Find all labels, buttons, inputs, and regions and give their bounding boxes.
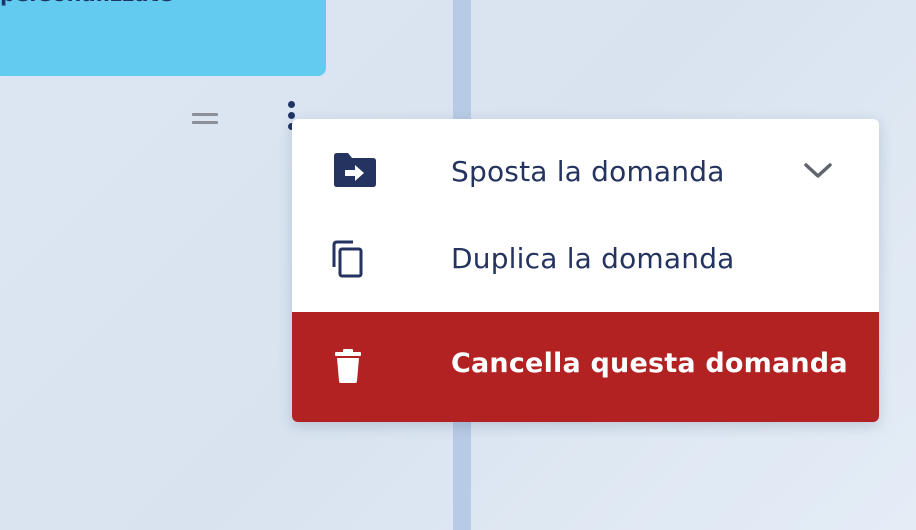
question-type-card[interactable]: personalizzate — [0, 0, 326, 76]
menu-item-label: Duplica la domanda — [451, 242, 735, 275]
menu-item-duplicate-question[interactable]: Duplica la domanda — [292, 224, 879, 312]
folder-move-icon — [332, 152, 378, 193]
card-label: personalizzate — [0, 0, 300, 5]
trash-icon — [334, 349, 362, 388]
drag-handle-icon[interactable] — [192, 113, 218, 125]
chevron-down-icon[interactable] — [803, 161, 833, 186]
menu-item-delete-question[interactable]: Cancella questa domanda — [292, 312, 879, 422]
question-context-menu: Sposta la domanda Duplica la domanda Can… — [292, 119, 879, 422]
menu-item-label: Cancella questa domanda — [451, 348, 848, 379]
menu-item-label: Sposta la domanda — [451, 155, 725, 188]
copy-icon — [330, 239, 366, 284]
menu-item-move-question[interactable]: Sposta la domanda — [292, 119, 879, 224]
